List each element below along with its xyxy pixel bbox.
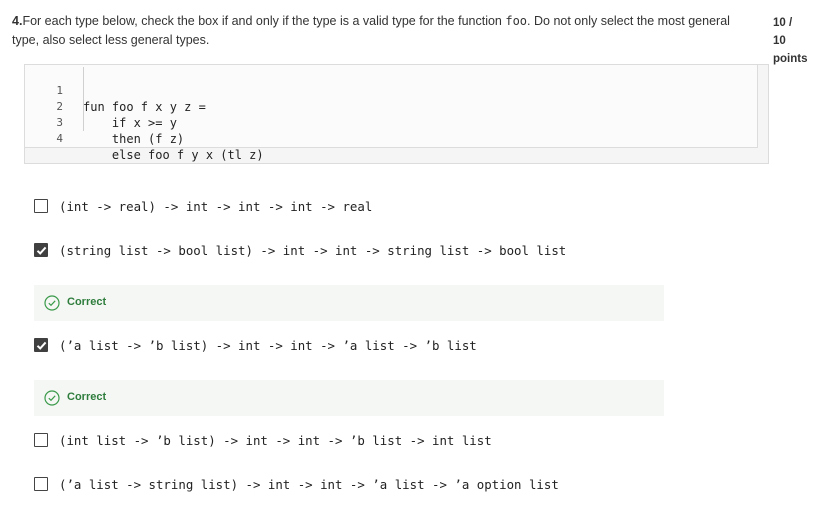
- question-text-before: For each type below, check the box if an…: [22, 14, 506, 28]
- points-possible: 10: [773, 35, 786, 47]
- option-label: (int -> real) -> int -> int -> int -> re…: [59, 199, 373, 214]
- option-checkbox[interactable]: [34, 477, 48, 491]
- question-number: 4.: [12, 14, 23, 28]
- points-earned: 10 /: [773, 17, 793, 29]
- code-text: fun foo f x y z =: [83, 100, 206, 114]
- option-label: (’a list -> string list) -> int -> int -…: [59, 477, 559, 492]
- feedback-correct: Correct: [34, 285, 664, 321]
- option-label: (string list -> bool list) -> int -> int…: [59, 243, 567, 258]
- code-text: then (f z): [83, 132, 185, 146]
- option-label: (int list -> ’b list) -> int -> int -> ’…: [59, 433, 492, 448]
- code-line: 3 then (f z): [25, 99, 184, 146]
- check-circle-icon: [44, 295, 60, 311]
- points-label: points: [773, 53, 808, 65]
- question-text: For each type below, check the box if an…: [12, 14, 730, 47]
- code-editor: 1 fun foo f x y z = 2 if x >= y 3 then (…: [25, 65, 758, 162]
- line-number: 4: [56, 132, 63, 145]
- code-line: 4 else foo f y x (tl z): [25, 115, 263, 162]
- question-prompt: 4.For each type below, check the box if …: [12, 12, 754, 50]
- points-display: 10 / 10 points: [773, 14, 823, 68]
- feedback-text: Correct: [67, 296, 107, 308]
- code-line: 2 if x >= y: [25, 83, 177, 130]
- option-label: (’a list -> ’b list) -> int -> int -> ’a…: [59, 338, 477, 353]
- code-block: 1 fun foo f x y z = 2 if x >= y 3 then (…: [24, 64, 769, 164]
- code-text: if x >= y: [83, 116, 177, 130]
- option-checkbox[interactable]: [34, 243, 48, 257]
- feedback-correct: Correct: [34, 380, 664, 416]
- check-circle-icon: [44, 390, 60, 406]
- function-name: foo: [505, 14, 528, 28]
- code-text: else foo f y x (tl z): [83, 148, 264, 162]
- option-checkbox[interactable]: [34, 338, 48, 352]
- code-line: 1 fun foo f x y z =: [25, 67, 205, 114]
- checkmark-icon: [36, 341, 47, 350]
- checkmark-icon: [36, 246, 47, 255]
- option-checkbox[interactable]: [34, 433, 48, 447]
- option-checkbox[interactable]: [34, 199, 48, 213]
- feedback-text: Correct: [67, 391, 107, 403]
